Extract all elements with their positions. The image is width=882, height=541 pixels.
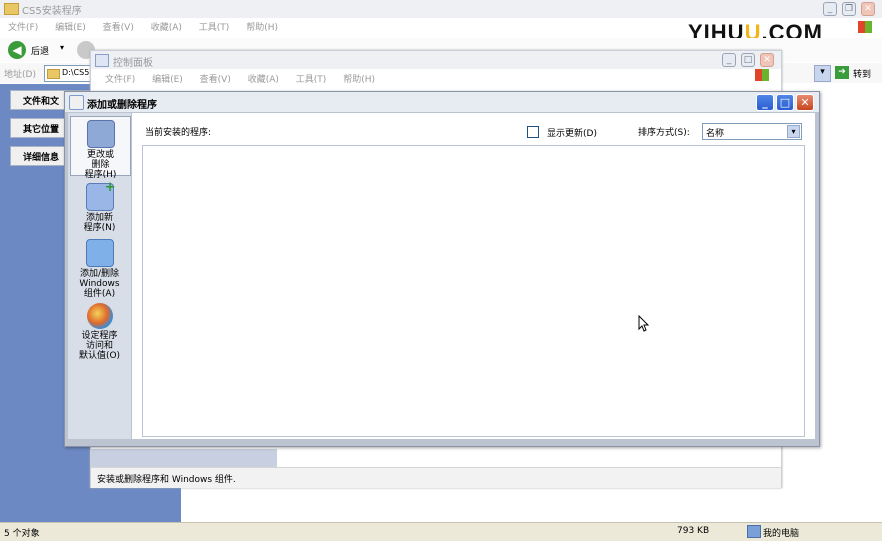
menu-tools[interactable]: 工具(T)	[296, 75, 327, 85]
windows-flag-icon	[858, 21, 872, 33]
back-dropdown-icon[interactable]: ▾	[60, 43, 64, 52]
control-panel-menu-bar: 文件(F) 编辑(E) 查看(V) 收藏(A) 工具(T) 帮助(H)	[105, 72, 389, 85]
dialog-title: 添加或删除程序	[87, 100, 157, 111]
dialog-content: 当前安装的程序: 显示更新(D) 排序方式(S): 名称 ▾	[132, 113, 815, 439]
minimize-button[interactable]: _	[756, 94, 774, 111]
sort-by-select[interactable]: 名称 ▾	[702, 123, 802, 140]
restore-button[interactable]: ❐	[842, 2, 856, 16]
nav-add-new-programs[interactable]: + 添加新 程序(N)	[70, 181, 129, 243]
my-computer-icon	[747, 525, 761, 538]
explorer-status-bar: 5 个对象 793 KB 我的电脑	[0, 522, 882, 541]
back-arrow-icon[interactable]: ◀	[8, 41, 26, 59]
back-label[interactable]: 后退	[31, 44, 49, 57]
address-dropdown-button[interactable]: ▾	[814, 65, 831, 82]
explorer-title: CS5安装程序	[22, 6, 82, 17]
maximize-button[interactable]: □	[741, 53, 755, 67]
sort-by-label: 排序方式(S):	[638, 128, 690, 138]
menu-view[interactable]: 查看(V)	[103, 23, 134, 33]
menu-edit[interactable]: 编辑(E)	[152, 75, 183, 85]
add-remove-programs-window: 添加或删除程序 _ □ ✕ 更改或 删除 程序(H) + 添加新 程序(N) 添…	[64, 91, 820, 447]
address-label: 地址(D)	[4, 70, 36, 80]
control-panel-status-text: 安装或删除程序和 Windows 组件.	[97, 475, 236, 485]
maximize-button[interactable]: □	[776, 94, 794, 111]
explorer-title-bar: CS5安装程序 _ ❐ ✕	[0, 0, 882, 18]
nav-windows-components[interactable]: 添加/删除 Windows 组件(A)	[70, 239, 129, 301]
menu-favorites[interactable]: 收藏(A)	[151, 23, 182, 33]
show-updates-checkbox[interactable]	[527, 126, 539, 138]
close-button[interactable]: ✕	[861, 2, 875, 16]
menu-help[interactable]: 帮助(H)	[246, 23, 278, 33]
nav-program-defaults[interactable]: 设定程序 访问和 默认值(O)	[70, 303, 129, 367]
status-object-count: 5 个对象	[4, 529, 40, 539]
task-section-label: 文件和文	[23, 97, 60, 107]
menu-favorites[interactable]: 收藏(A)	[248, 75, 279, 85]
address-value: D:\CS5	[62, 68, 90, 77]
nav-label: 设定程序 访问和 默认值(O)	[78, 331, 121, 361]
status-location: 我的电脑	[763, 529, 800, 539]
close-button[interactable]: ✕	[760, 53, 774, 67]
minimize-button[interactable]: _	[722, 53, 736, 67]
add-new-programs-icon: +	[85, 181, 116, 211]
menu-tools[interactable]: 工具(T)	[199, 23, 230, 33]
menu-help[interactable]: 帮助(H)	[343, 75, 375, 85]
sort-by-value: 名称	[706, 129, 725, 139]
nav-change-remove-programs[interactable]: 更改或 删除 程序(H)	[70, 116, 131, 180]
menu-file[interactable]: 文件(F)	[8, 23, 38, 33]
dialog-nav-pane: 更改或 删除 程序(H) + 添加新 程序(N) 添加/删除 Windows 组…	[68, 113, 131, 439]
windows-components-icon	[85, 239, 114, 267]
folder-icon	[47, 69, 60, 79]
add-remove-programs-icon	[69, 95, 84, 110]
menu-view[interactable]: 查看(V)	[200, 75, 231, 85]
minimize-button[interactable]: _	[823, 2, 837, 16]
explorer-menu-bar: 文件(F) 编辑(E) 查看(V) 收藏(A) 工具(T) 帮助(H)	[8, 20, 292, 33]
go-arrow-icon[interactable]: ➔	[835, 66, 849, 79]
current-programs-label: 当前安装的程序:	[145, 128, 212, 138]
installed-programs-list[interactable]	[142, 145, 805, 437]
control-panel-icon	[95, 54, 109, 67]
control-panel-left-pane-bottom	[91, 449, 277, 467]
chevron-down-icon[interactable]: ▾	[787, 125, 800, 138]
task-section-label: 其它位置	[23, 125, 60, 135]
task-section-label: 详细信息	[23, 153, 60, 163]
windows-flag-icon	[755, 69, 769, 81]
go-label[interactable]: 转到	[853, 67, 871, 80]
program-defaults-icon	[86, 303, 113, 329]
status-size: 793 KB	[677, 526, 710, 536]
nav-label: 更改或 删除 程序(H)	[84, 150, 117, 180]
dialog-title-bar: 添加或删除程序 _ □ ✕	[65, 92, 819, 112]
change-remove-programs-icon	[86, 120, 115, 148]
close-button[interactable]: ✕	[796, 94, 814, 111]
show-updates-label[interactable]: 显示更新(D)	[547, 126, 597, 139]
mouse-cursor-icon	[638, 315, 650, 332]
folder-icon	[4, 3, 19, 15]
menu-file[interactable]: 文件(F)	[105, 75, 135, 85]
menu-edit[interactable]: 编辑(E)	[55, 23, 86, 33]
nav-label: 添加新 程序(N)	[83, 213, 116, 233]
control-panel-status-bar: 安装或删除程序和 Windows 组件.	[91, 467, 781, 488]
control-panel-title: 控制面板	[113, 58, 153, 69]
nav-label: 添加/删除 Windows 组件(A)	[79, 269, 120, 299]
control-panel-title-bar: 控制面板 _ □ ✕	[91, 51, 781, 69]
